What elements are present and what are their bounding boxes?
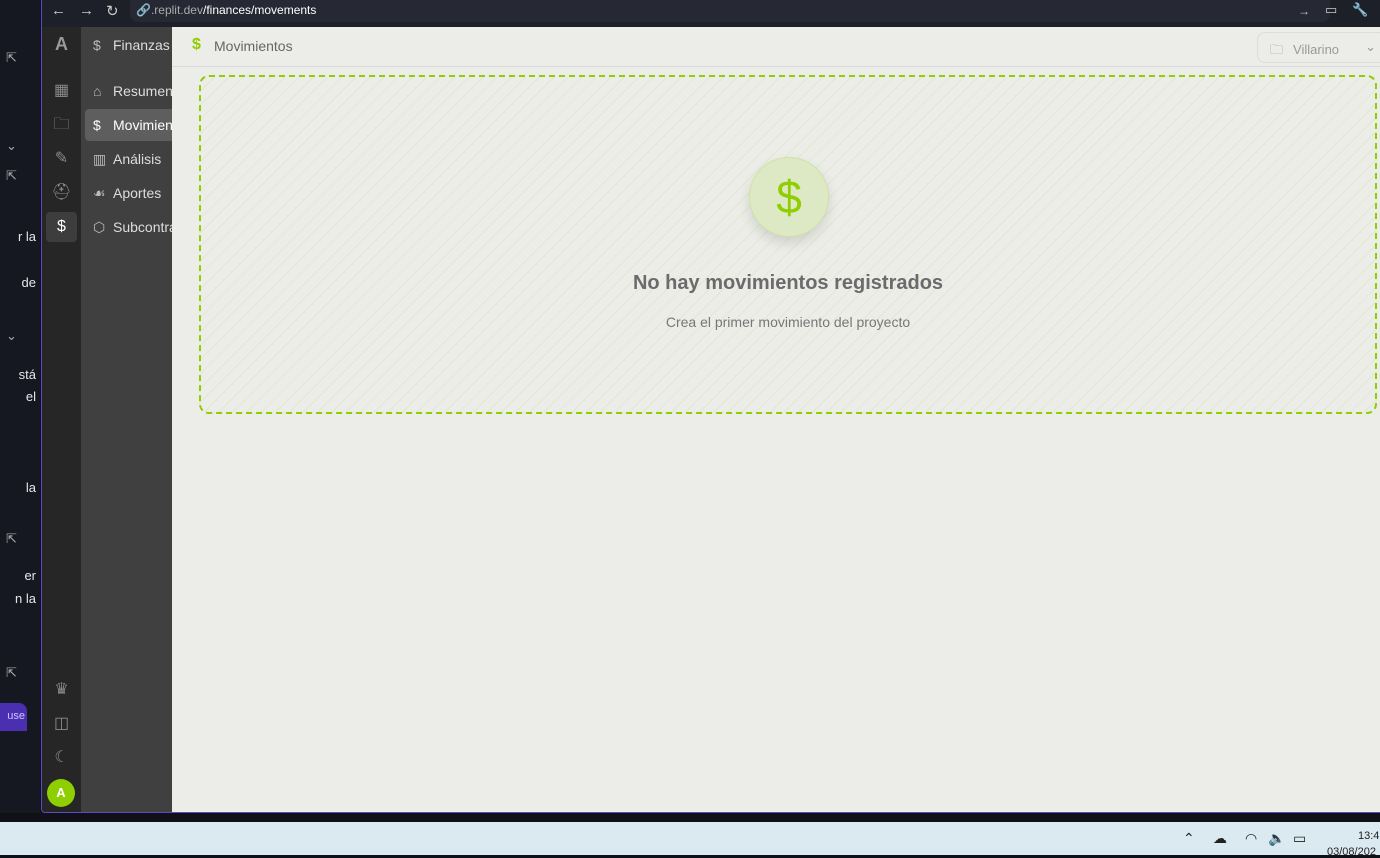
building-icon[interactable]: ▦ <box>46 76 77 106</box>
page-header: $ Movimientos 🗀 Villarino ⌄ <box>172 27 1380 67</box>
browser-window: ← → ↻ 🔗.replit.dev/finances/movements → … <box>41 0 1380 813</box>
text-fragment: n la <box>15 591 36 606</box>
icon-rail: A ▦ 🗀 ✎ ⛑ $ ♛ ◫ ☾ A <box>42 27 81 812</box>
devices-icon[interactable]: ▭ <box>1325 2 1337 18</box>
link-icon: 🔗 <box>136 3 151 17</box>
sidebar-item-label: Movimientos <box>113 117 172 133</box>
url-bar[interactable]: 🔗.replit.dev/finances/movements <box>130 0 1330 22</box>
url-path: /finances/movements <box>202 3 317 17</box>
use-button[interactable]: use <box>0 703 27 731</box>
folder-icon[interactable]: 🗀 <box>46 110 77 140</box>
back-icon[interactable]: ← <box>51 2 66 19</box>
main-content: $ Movimientos 🗀 Villarino ⌄ $ No hay movim… <box>172 27 1380 812</box>
text-fragment: la <box>25 480 36 495</box>
sidebar-item-aportes[interactable]: ☙ Aportes <box>85 177 161 209</box>
logo[interactable]: A <box>46 29 77 59</box>
sidebar-item-analisis[interactable]: ▥ Análisis <box>85 143 161 175</box>
text-fragment: de <box>21 275 36 290</box>
external-link-icon[interactable]: ⇱ <box>6 531 17 547</box>
folder-icon: 🗀 <box>1270 42 1284 57</box>
url-host: .replit.dev <box>150 3 203 17</box>
section-label: Finanzas <box>113 37 170 53</box>
chevron-down-icon[interactable]: ⌄ <box>6 138 17 154</box>
open-icon[interactable]: → <box>1298 4 1310 18</box>
empty-state-title: No hay movimientos registrados <box>632 272 944 294</box>
hand-coins-icon: ☙ <box>93 185 106 201</box>
dollar-icon: $ <box>192 36 201 53</box>
wrench-icon[interactable]: 🔧 <box>1352 2 1368 18</box>
reload-icon[interactable]: ↻ <box>106 2 119 20</box>
sidebar-item-label: Resumen <box>113 83 172 99</box>
clock-date[interactable]: 03/08/202 <box>1327 846 1376 858</box>
crown-icon[interactable]: ♛ <box>46 675 77 705</box>
sidebar-toggle-icon[interactable]: ◫ <box>46 709 77 739</box>
moon-icon[interactable]: ☾ <box>46 743 77 773</box>
sidebar-item-label: Subcontratos <box>113 219 172 235</box>
dollar-icon: $ <box>749 157 829 237</box>
text-fragment: r la <box>17 229 36 244</box>
cloud-icon[interactable]: ☁ <box>1213 830 1227 847</box>
empty-state-subtitle: Crea el primer movimiento del proyecto <box>665 314 911 330</box>
text-fragment: el <box>25 389 36 404</box>
page-title: Movimientos <box>214 38 293 54</box>
dollar-icon: $ <box>93 117 101 133</box>
sidebar-item-label: Análisis <box>113 151 162 167</box>
project-selector[interactable]: 🗀 Villarino ⌄ <box>1257 32 1380 63</box>
project-name: Villarino <box>1293 42 1340 57</box>
bar-chart-icon: ▥ <box>93 151 107 167</box>
brush-icon[interactable]: ✎ <box>46 144 77 174</box>
chevron-down-icon[interactable]: ⌄ <box>6 328 17 344</box>
chevron-down-icon: ⌄ <box>1365 39 1376 54</box>
chevron-up-icon[interactable]: ⌃ <box>1183 830 1195 847</box>
sidebar-section-title: $ Finanzas <box>85 29 170 61</box>
sidebar: $ Finanzas ⌂ Resumen $ Movimientos ▥ Análisi… <box>81 27 172 812</box>
dollar-icon: $ <box>93 37 101 53</box>
sidebar-item-resumen[interactable]: ⌂ Resumen <box>85 75 172 107</box>
text-fragment: er <box>24 568 36 583</box>
forward-icon[interactable]: → <box>79 2 94 19</box>
helmet-icon[interactable]: ⛑ <box>46 178 77 208</box>
browser-toolbar: ← → ↻ 🔗.replit.dev/finances/movements → … <box>42 0 1380 27</box>
external-link-icon[interactable]: ⇱ <box>6 665 17 681</box>
sidebar-item-label: Aportes <box>113 185 162 201</box>
external-link-icon[interactable]: ⇱ <box>6 168 17 184</box>
sidebar-item-subcontratos[interactable]: ⬡ Subcontratos <box>85 211 172 243</box>
home-icon: ⌂ <box>93 83 102 99</box>
package-icon: ⬡ <box>93 219 106 235</box>
background-app-panel: ⇱ ⌄ ⇱ r la de ⌄ stá el la ⇱ er n la ⇱ us… <box>0 0 40 813</box>
external-link-icon[interactable]: ⇱ <box>6 50 17 66</box>
battery-icon[interactable]: ▭ <box>1293 830 1306 847</box>
text-fragment: stá <box>18 367 36 382</box>
sidebar-item-movimientos[interactable]: $ Movimientos <box>85 109 172 141</box>
volume-icon[interactable]: 🔈 <box>1268 830 1285 847</box>
finance-icon[interactable]: $ <box>46 212 77 242</box>
avatar[interactable]: A <box>47 779 75 807</box>
clock-time[interactable]: 13:4 <box>1358 830 1379 842</box>
empty-state: $ No hay movimientos registrados Crea el… <box>199 75 1377 414</box>
wifi-icon[interactable]: ◠ <box>1245 830 1257 847</box>
taskbar: ⌃ ☁ ◠ 🔈 ▭ 13:4 03/08/202 <box>0 822 1380 858</box>
